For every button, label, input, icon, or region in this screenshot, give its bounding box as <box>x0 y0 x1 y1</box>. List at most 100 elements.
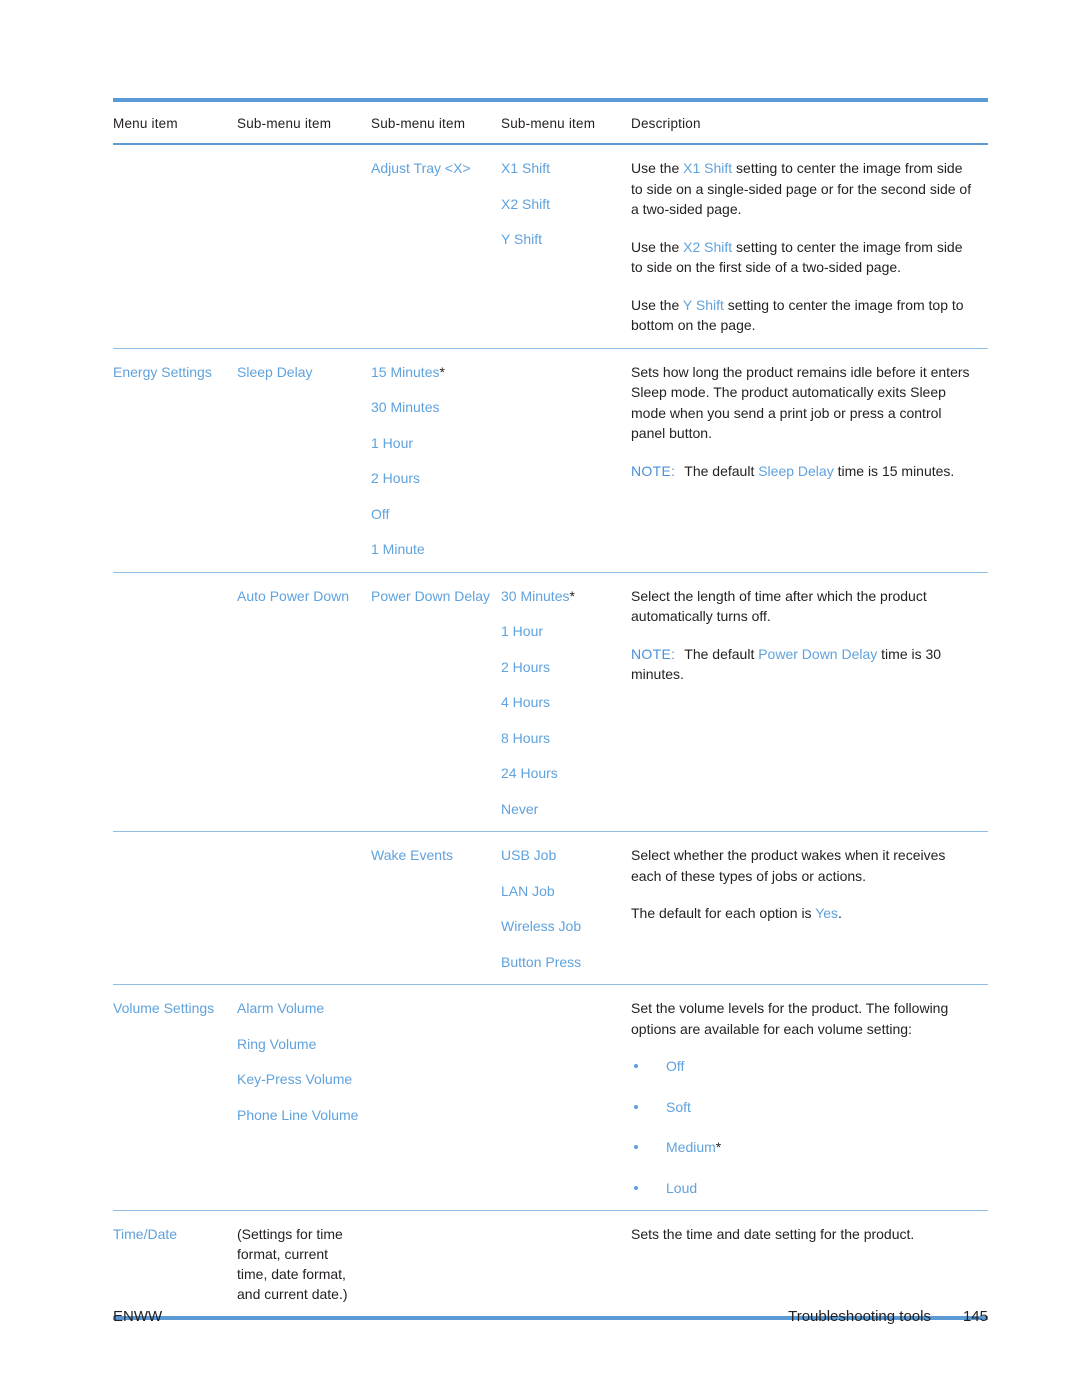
menu-option-label: 8 Hours <box>501 729 551 746</box>
description-note: NOTE: The default Power Down Delay time i… <box>631 644 978 685</box>
menu-option-label: Alarm Volume <box>237 1000 325 1016</box>
menu-option-label: 30 Minutes <box>371 399 440 415</box>
description-paragraph: Set the volume levels for the product. T… <box>631 998 978 1039</box>
bullet-dot-icon <box>634 1064 638 1068</box>
menu-option[interactable]: 24 Hours <box>501 763 621 784</box>
volume-options-list: Off Soft Medium* Loud <box>631 1056 978 1198</box>
bullet-dot-icon <box>634 1104 638 1109</box>
menu-option[interactable]: 1 Minute <box>371 539 491 560</box>
menu-option-energy-settings[interactable]: Energy Settings <box>113 362 227 382</box>
note-label: NOTE: <box>631 462 676 479</box>
menu-option-label: Key-Press Volume <box>237 1071 353 1087</box>
menu-option[interactable]: 2 Hours <box>501 657 621 678</box>
footer-page-number: 145 <box>962 1308 988 1325</box>
link-run[interactable]: Y Shift <box>683 297 724 313</box>
description-paragraph: The default for each option is Yes. <box>631 903 978 924</box>
menu-option-label: USB Job <box>501 847 557 863</box>
list-item[interactable]: Loud <box>631 1178 978 1199</box>
menu-option[interactable]: Alarm Volume <box>237 998 361 1019</box>
text-run: Use the <box>631 238 684 255</box>
footer-section-title: Troubleshooting tools <box>788 1308 931 1325</box>
menu-option-label: Wireless Job <box>501 918 582 934</box>
text-run: The default <box>684 645 759 662</box>
list-item[interactable]: Off <box>631 1056 978 1077</box>
menu-option[interactable]: 1 Hour <box>501 621 621 642</box>
cell-sub-menu-3: X1 Shift X2 Shift Y Shift <box>501 158 631 250</box>
menu-option-sleep-delay[interactable]: Sleep Delay <box>237 362 361 382</box>
table-row: Volume Settings Alarm Volume Ring Volume… <box>113 985 988 1210</box>
menu-option-wake-events[interactable]: Wake Events <box>371 845 491 865</box>
menu-option[interactable]: 30 Minutes* <box>501 586 621 607</box>
text-run: time is 15 minutes. <box>833 462 955 479</box>
menu-option[interactable]: X1 Shift <box>501 158 621 179</box>
link-run[interactable]: X1 Shift <box>683 160 732 176</box>
menu-option[interactable]: X2 Shift <box>501 194 621 215</box>
link-run[interactable]: Yes <box>815 905 838 921</box>
menu-option-label: 4 Hours <box>501 694 551 710</box>
menu-option[interactable]: Wireless Job <box>501 916 621 937</box>
menu-option[interactable]: 30 Minutes <box>371 397 491 418</box>
list-item[interactable]: Medium* <box>631 1137 978 1158</box>
list-item[interactable]: Soft <box>631 1097 978 1118</box>
menu-option[interactable]: Never <box>501 799 621 820</box>
menu-option-label: X2 Shift <box>501 195 551 212</box>
menu-option-power-down-delay[interactable]: Power Down Delay <box>371 586 491 606</box>
menu-option-label: 1 Hour <box>371 434 414 451</box>
table-header-row: Menu item Sub-menu item Sub-menu item Su… <box>113 102 988 143</box>
table-row: Wake Events USB Job LAN Job Wireless Job… <box>113 832 988 984</box>
cell-menu-item: Time/Date <box>113 1224 237 1244</box>
menu-option-label: 30 Minutes <box>501 587 570 604</box>
text-run: Set the volume levels for the product. T… <box>631 1000 949 1037</box>
menu-option[interactable]: Key-Press Volume <box>237 1069 361 1090</box>
cell-sub-menu-2: Adjust Tray <X> <box>371 158 501 178</box>
text-run: The default for each option is <box>631 905 816 921</box>
cell-description: Sets the time and date setting for the p… <box>631 1224 988 1245</box>
cell-menu-item: Volume Settings <box>113 998 237 1018</box>
link-run[interactable]: Power Down Delay <box>758 646 877 662</box>
cell-description: Select whether the product wakes when it… <box>631 845 988 924</box>
description-paragraph: Select whether the product wakes when it… <box>631 845 978 886</box>
table-row: Energy Settings Sleep Delay 15 Minutes* … <box>113 349 988 572</box>
description-note: NOTE: The default Sleep Delay time is 15 … <box>631 461 978 482</box>
menu-option[interactable]: LAN Job <box>501 881 621 902</box>
settings-table: Menu item Sub-menu item Sub-menu item Su… <box>113 98 988 1320</box>
menu-option-label: LAN Job <box>501 882 555 899</box>
link-run[interactable]: X2 Shift <box>683 239 732 255</box>
menu-option[interactable]: Off <box>371 504 491 525</box>
footer-locale: ENWW <box>113 1308 163 1325</box>
text-run: Select whether the product wakes when it… <box>631 847 946 884</box>
menu-option[interactable]: 8 Hours <box>501 728 621 749</box>
cell-sub-menu-3: USB Job LAN Job Wireless Job Button Pres… <box>501 845 631 972</box>
menu-option[interactable]: Ring Volume <box>237 1034 361 1055</box>
menu-option[interactable]: 2 Hours <box>371 468 491 489</box>
menu-option[interactable]: 15 Minutes* <box>371 362 491 383</box>
cell-sub-menu-2: 15 Minutes* 30 Minutes 1 Hour 2 Hours Of… <box>371 362 501 560</box>
menu-option-auto-power-down[interactable]: Auto Power Down <box>237 586 361 606</box>
menu-option-time-date[interactable]: Time/Date <box>113 1224 227 1244</box>
menu-option-volume-settings[interactable]: Volume Settings <box>113 998 227 1018</box>
link-run[interactable]: Sleep Delay <box>758 463 834 479</box>
menu-option-label: 24 Hours <box>501 765 558 781</box>
menu-option[interactable]: USB Job <box>501 845 621 866</box>
cell-sub-menu-1: (Settings for time format, current time,… <box>237 1224 371 1304</box>
menu-option-label: Y Shift <box>501 231 542 247</box>
column-header-menu-item: Menu item <box>113 116 178 131</box>
menu-option[interactable]: Button Press <box>501 952 621 973</box>
menu-option-label: X1 Shift <box>501 160 551 176</box>
menu-option-label: 15 Minutes <box>371 363 440 380</box>
menu-option-label: Never <box>501 800 539 817</box>
menu-option[interactable]: 1 Hour <box>371 433 491 454</box>
menu-option-adjust-tray[interactable]: Adjust Tray <X> <box>371 158 491 178</box>
text-run: The default <box>684 462 759 479</box>
description-paragraph: Select the length of time after which th… <box>631 586 978 627</box>
menu-option[interactable]: Y Shift <box>501 229 621 250</box>
cell-description: Use the X1 Shift setting to center the i… <box>631 158 988 336</box>
menu-option[interactable]: 4 Hours <box>501 692 621 713</box>
menu-option[interactable]: Phone Line Volume <box>237 1105 361 1126</box>
table-row: Adjust Tray <X> X1 Shift X2 Shift Y Shif… <box>113 145 988 348</box>
cell-sub-menu-2: Wake Events <box>371 845 501 865</box>
text-run: Select the length of time after which th… <box>631 587 927 625</box>
description-paragraph: Use the Y Shift setting to center the im… <box>631 295 978 336</box>
table-row: Auto Power Down Power Down Delay 30 Minu… <box>113 573 988 832</box>
menu-option-label: 2 Hours <box>371 470 421 486</box>
